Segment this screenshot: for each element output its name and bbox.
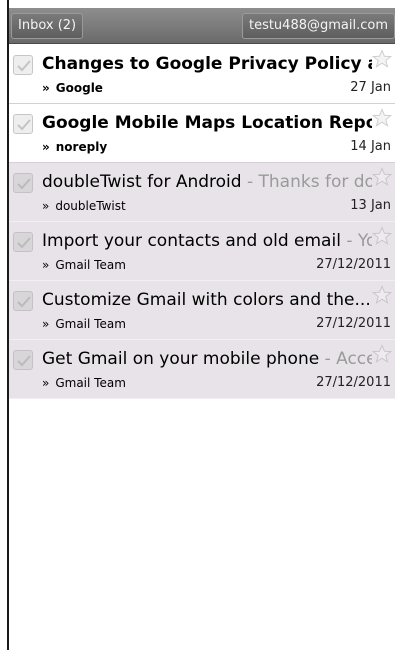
message-date: 27/12/2011 xyxy=(316,257,391,272)
checkmark-icon xyxy=(17,60,31,72)
message-subject: Get Gmail on your mobile phone - Acce... xyxy=(42,347,372,371)
message-sender: » Gmail Team xyxy=(42,258,126,272)
checkmark-icon xyxy=(17,355,31,367)
star-icon[interactable] xyxy=(372,285,392,305)
message-row[interactable]: Google Mobile Maps Location Repo... » nor… xyxy=(9,104,395,163)
message-date: 27/12/2011 xyxy=(316,375,391,390)
message-date: 27 Jan xyxy=(350,80,391,95)
message-row[interactable]: Get Gmail on your mobile phone - Acce...… xyxy=(9,340,395,399)
select-checkbox[interactable] xyxy=(13,291,33,311)
checkmark-icon xyxy=(17,237,31,249)
message-row[interactable]: doubleTwist for Android - Thanks for do.… xyxy=(9,163,395,222)
message-sender: » Gmail Team xyxy=(42,317,126,331)
message-row[interactable]: Import your contacts and old email - Yo.… xyxy=(9,222,395,281)
message-subject: doubleTwist for Android - Thanks for do.… xyxy=(42,170,372,194)
message-row[interactable]: Customize Gmail with colors and the... -… xyxy=(9,281,395,340)
message-date: 13 Jan xyxy=(350,198,391,213)
message-sender: » Google xyxy=(42,81,103,95)
message-row[interactable]: Changes to Google Privacy Policy a... » G… xyxy=(9,45,395,104)
checkmark-icon xyxy=(17,119,31,131)
select-checkbox[interactable] xyxy=(13,55,33,75)
message-snippet: - Thanks for do... xyxy=(246,172,372,192)
message-subject: Customize Gmail with colors and the... -… xyxy=(42,288,372,312)
star-icon[interactable] xyxy=(372,49,392,69)
message-sender: » noreply xyxy=(42,140,108,154)
select-checkbox[interactable] xyxy=(13,232,33,252)
star-icon[interactable] xyxy=(372,344,392,364)
message-subject: Google Mobile Maps Location Repo... xyxy=(42,113,372,133)
message-sender: » doubleTwist xyxy=(42,199,126,213)
message-date: 14 Jan xyxy=(350,139,391,154)
message-date: 27/12/2011 xyxy=(316,316,391,331)
message-subject: Import your contacts and old email - Yo.… xyxy=(42,229,372,253)
message-subject: Changes to Google Privacy Policy a... xyxy=(42,54,372,74)
select-checkbox[interactable] xyxy=(13,350,33,370)
star-icon[interactable] xyxy=(372,226,392,246)
message-sender: » Gmail Team xyxy=(42,376,126,390)
checkmark-icon xyxy=(17,178,31,190)
select-checkbox[interactable] xyxy=(13,173,33,193)
message-snippet: - Yo... xyxy=(346,231,372,251)
select-checkbox[interactable] xyxy=(13,114,33,134)
star-icon[interactable] xyxy=(372,108,392,128)
message-snippet: - Acce... xyxy=(324,349,372,369)
star-icon[interactable] xyxy=(372,167,392,187)
checkmark-icon xyxy=(17,296,31,308)
top-bar: Inbox (2) testu488@gmail.com xyxy=(9,8,395,44)
inbox-label-button[interactable]: Inbox (2) xyxy=(11,13,84,39)
account-label[interactable]: testu488@gmail.com xyxy=(241,13,395,39)
message-list: Changes to Google Privacy Policy a... » G… xyxy=(9,45,395,399)
